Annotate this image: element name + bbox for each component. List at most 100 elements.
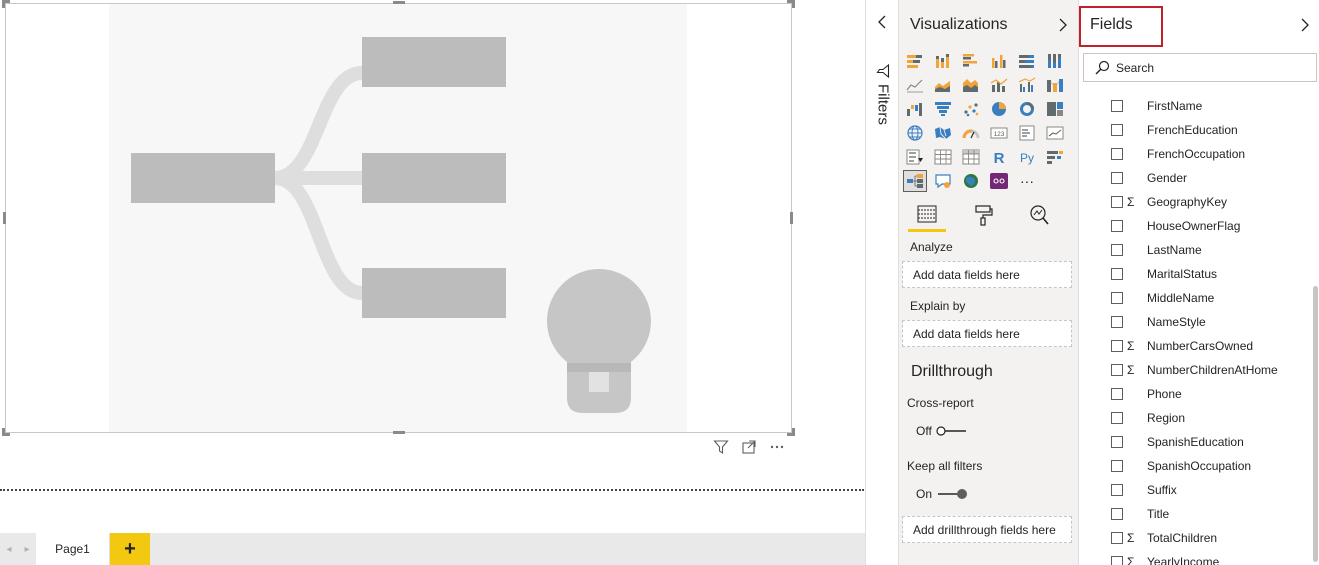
analyze-field-well[interactable]: Add data fields here	[902, 261, 1072, 288]
field-checkbox[interactable]	[1111, 484, 1123, 496]
field-row[interactable]: SpanishOccupation	[1079, 454, 1311, 478]
field-checkbox[interactable]	[1111, 124, 1123, 136]
page-tab-page1[interactable]: Page1	[36, 533, 110, 565]
fields-tab[interactable]	[908, 202, 946, 232]
keep-all-filters-toggle[interactable]: On	[916, 487, 968, 501]
multi-row-card-icon[interactable]	[1016, 123, 1038, 143]
field-checkbox[interactable]	[1111, 412, 1123, 424]
field-row[interactable]: Σ NumberChildrenAtHome	[1079, 358, 1311, 382]
arcgis-map-icon[interactable]	[960, 171, 982, 191]
field-checkbox[interactable]	[1111, 196, 1123, 208]
field-row[interactable]: Σ TotalChildren	[1079, 526, 1311, 550]
field-row[interactable]: FrenchEducation	[1079, 118, 1311, 142]
stacked-area-chart-icon[interactable]	[960, 75, 982, 95]
field-checkbox[interactable]	[1111, 532, 1123, 544]
field-checkbox[interactable]	[1111, 268, 1123, 280]
field-row[interactable]: Gender	[1079, 166, 1311, 190]
field-row[interactable]: Phone	[1079, 382, 1311, 406]
resize-handle-bottom[interactable]	[393, 431, 405, 434]
gauge-chart-icon[interactable]	[960, 123, 982, 143]
field-row[interactable]: Σ GeographyKey	[1079, 190, 1311, 214]
fields-scrollbar[interactable]	[1313, 286, 1318, 562]
waterfall-chart-icon[interactable]	[904, 99, 926, 119]
field-checkbox[interactable]	[1111, 220, 1123, 232]
line-and-stacked-column-chart-icon[interactable]	[988, 75, 1010, 95]
field-checkbox[interactable]	[1111, 556, 1123, 565]
slicer-icon[interactable]	[904, 147, 926, 167]
clustered-bar-chart-icon[interactable]	[960, 51, 982, 71]
explain-by-field-well[interactable]: Add data fields here	[902, 320, 1072, 347]
field-row[interactable]: Region	[1079, 406, 1311, 430]
decomposition-tree-icon[interactable]	[903, 170, 927, 192]
stacked-bar-chart-icon[interactable]	[904, 51, 926, 71]
field-checkbox[interactable]	[1111, 148, 1123, 160]
field-checkbox[interactable]	[1111, 316, 1123, 328]
area-chart-icon[interactable]	[932, 75, 954, 95]
analytics-tab[interactable]	[1020, 202, 1058, 232]
field-checkbox[interactable]	[1111, 100, 1123, 112]
r-script-visual-icon[interactable]: R	[988, 147, 1010, 167]
100-stacked-bar-chart-icon[interactable]	[1016, 51, 1038, 71]
field-row[interactable]: Title	[1079, 502, 1311, 526]
chevron-right-icon[interactable]	[1299, 17, 1311, 33]
filled-map-icon[interactable]	[932, 123, 954, 143]
treemap-icon[interactable]	[1044, 99, 1066, 119]
field-row[interactable]: Suffix	[1079, 478, 1311, 502]
add-page-button[interactable]: +	[110, 533, 150, 565]
100-stacked-column-chart-icon[interactable]	[1044, 51, 1066, 71]
filter-icon[interactable]	[712, 438, 730, 456]
chevron-left-icon[interactable]: ◂	[6, 544, 11, 555]
field-row[interactable]: NameStyle	[1079, 310, 1311, 334]
stacked-column-chart-icon[interactable]	[932, 51, 954, 71]
resize-handle-left[interactable]	[3, 212, 6, 224]
filters-pane-toggle[interactable]: Filters	[873, 64, 893, 125]
field-checkbox[interactable]	[1111, 508, 1123, 520]
field-row[interactable]: LastName	[1079, 238, 1311, 262]
kpi-icon[interactable]	[1044, 123, 1066, 143]
field-row[interactable]: FirstName	[1079, 94, 1311, 118]
field-row[interactable]: HouseOwnerFlag	[1079, 214, 1311, 238]
report-canvas[interactable]	[0, 0, 865, 533]
python-visual-icon[interactable]: Py	[1016, 147, 1038, 167]
resize-handle-top-right[interactable]	[787, 0, 795, 8]
field-checkbox[interactable]	[1111, 292, 1123, 304]
key-influencers-icon[interactable]	[1044, 147, 1066, 167]
field-row[interactable]: MiddleName	[1079, 286, 1311, 310]
ribbon-chart-icon[interactable]	[1044, 75, 1066, 95]
chevron-left-icon[interactable]	[876, 14, 890, 30]
focus-mode-icon[interactable]	[740, 438, 758, 456]
chevron-right-icon[interactable]	[1057, 17, 1069, 33]
field-row[interactable]: SpanishEducation	[1079, 430, 1311, 454]
fields-search-box[interactable]	[1083, 53, 1317, 82]
field-checkbox[interactable]	[1111, 364, 1123, 376]
line-and-clustered-column-chart-icon[interactable]	[1016, 75, 1038, 95]
funnel-chart-icon[interactable]	[932, 99, 954, 119]
field-checkbox[interactable]	[1111, 388, 1123, 400]
resize-handle-right[interactable]	[790, 212, 793, 224]
fields-search-input[interactable]	[1116, 60, 1296, 75]
field-row[interactable]: FrenchOccupation	[1079, 142, 1311, 166]
cross-report-toggle[interactable]: Off	[916, 424, 968, 438]
power-apps-icon[interactable]	[988, 171, 1010, 191]
format-tab[interactable]	[964, 202, 1002, 232]
pie-chart-icon[interactable]	[988, 99, 1010, 119]
matrix-icon[interactable]	[960, 147, 982, 167]
scatter-chart-icon[interactable]	[960, 99, 982, 119]
field-checkbox[interactable]	[1111, 340, 1123, 352]
line-chart-icon[interactable]	[904, 75, 926, 95]
qa-visual-icon[interactable]	[932, 171, 954, 191]
visual-container[interactable]	[5, 3, 792, 433]
map-icon[interactable]	[904, 123, 926, 143]
field-row[interactable]: Σ NumberCarsOwned	[1079, 334, 1311, 358]
field-checkbox[interactable]	[1111, 172, 1123, 184]
chevron-right-icon[interactable]: ▸	[24, 544, 29, 555]
resize-handle-top-left[interactable]	[2, 0, 10, 8]
resize-handle-bottom-left[interactable]	[2, 428, 10, 436]
donut-chart-icon[interactable]	[1016, 99, 1038, 119]
field-row[interactable]: Σ YearlyIncome	[1079, 550, 1311, 565]
drillthrough-field-well[interactable]: Add drillthrough fields here	[902, 516, 1072, 543]
resize-handle-bottom-right[interactable]	[787, 428, 795, 436]
field-checkbox[interactable]	[1111, 436, 1123, 448]
field-row[interactable]: MaritalStatus	[1079, 262, 1311, 286]
table-icon[interactable]	[932, 147, 954, 167]
